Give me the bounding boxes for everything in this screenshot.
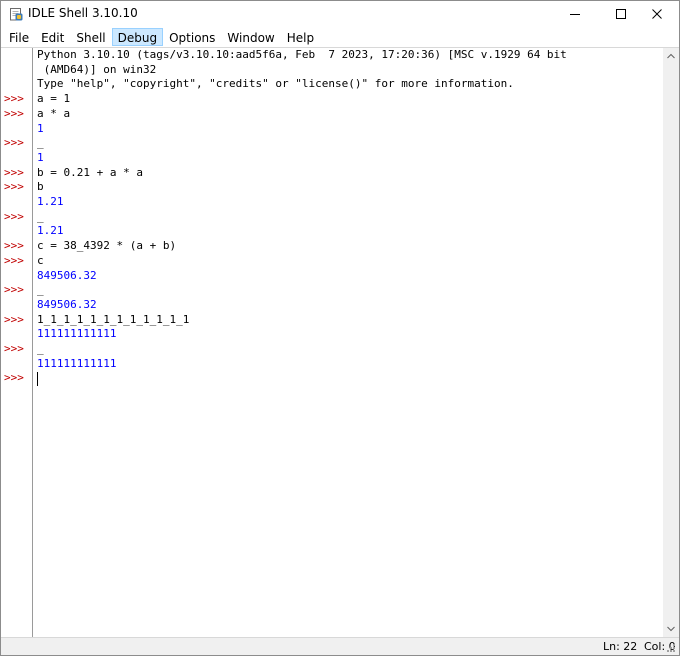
shell-input-line: b	[37, 180, 44, 194]
shell-input-line: 1_1_1_1_1_1_1_1_1_1_1_1	[37, 312, 190, 326]
shell-input-line: c	[37, 253, 44, 267]
idle-app-icon	[10, 8, 23, 21]
scroll-thumb[interactable]	[666, 65, 676, 619]
title-bar[interactable]: IDLE Shell 3.10.10	[1, 1, 679, 27]
shell-prompt: >>>	[4, 136, 24, 150]
shell-input-line: _	[37, 283, 44, 297]
idle-shell-window: IDLE Shell 3.10.10 File Edit Shell Debug…	[0, 0, 680, 656]
shell-input-line: _	[37, 209, 44, 223]
vertical-scrollbar[interactable]	[663, 48, 679, 637]
shell-content: >>> >>> >>> >>> >>> >>> >>> >>> >>> >>> >>> >>> Pyt…	[1, 47, 679, 637]
shell-input-line: b = 0.21 + a * a	[37, 165, 143, 179]
shell-input-line: c = 38_4392 * (a + b)	[37, 239, 177, 253]
shell-output-line: 111111111111	[37, 356, 117, 370]
shell-prompt: >>>	[4, 253, 24, 267]
close-icon	[652, 9, 662, 19]
text-cursor	[37, 371, 38, 386]
menu-file[interactable]: File	[3, 28, 35, 46]
shell-prompt: >>>	[4, 283, 24, 297]
banner-line: (AMD64)] on win32	[37, 62, 157, 76]
shell-output-line: 849506.32	[37, 297, 97, 311]
status-bar: Ln: 22 Col: 0	[1, 637, 679, 655]
shell-prompt: >>>	[4, 239, 24, 253]
shell-prompt: >>>	[4, 165, 24, 179]
shell-prompt: >>>	[4, 209, 24, 223]
shell-prompt: >>>	[4, 92, 24, 106]
minimize-icon	[570, 14, 580, 15]
shell-output-line: 1	[37, 150, 44, 164]
shell-prompt: >>>	[4, 106, 24, 120]
menu-shell[interactable]: Shell	[70, 28, 111, 46]
resize-grip-icon[interactable]	[666, 643, 676, 653]
shell-input-line: a * a	[37, 106, 71, 120]
shell-text-area[interactable]: Python 3.10.10 (tags/v3.10.10:aad5f6a, F…	[34, 48, 663, 637]
minimize-button[interactable]	[552, 1, 598, 27]
status-line-number: Ln: 22	[603, 640, 638, 653]
shell-output-line: 1.21	[37, 224, 64, 238]
window-title: IDLE Shell 3.10.10	[28, 6, 138, 20]
menu-edit[interactable]: Edit	[35, 28, 70, 46]
shell-input-line: a = 1	[37, 92, 71, 106]
prompt-gutter: >>> >>> >>> >>> >>> >>> >>> >>> >>> >>> >>> >>>	[1, 48, 33, 637]
banner-line: Type "help", "copyright", "credits" or "…	[37, 77, 514, 91]
shell-prompt: >>>	[4, 312, 24, 326]
shell-prompt: >>>	[4, 180, 24, 194]
close-button[interactable]	[634, 1, 680, 27]
scroll-up-button[interactable]	[663, 48, 679, 64]
shell-output-line: 1	[37, 121, 44, 135]
shell-input-line: _	[37, 342, 44, 355]
scroll-down-icon	[667, 626, 675, 632]
menu-options[interactable]: Options	[163, 28, 221, 46]
shell-output-line: 1.21	[37, 195, 64, 208]
shell-prompt: >>>	[4, 371, 24, 385]
shell-input-line: _	[37, 136, 44, 150]
banner-line: Python 3.10.10 (tags/v3.10.10:aad5f6a, F…	[37, 48, 567, 61]
shell-output-line: 111111111111	[37, 327, 117, 341]
maximize-icon	[616, 9, 626, 19]
menu-bar: File Edit Shell Debug Options Window Hel…	[1, 27, 679, 47]
menu-window[interactable]: Window	[221, 28, 280, 46]
shell-output-line: 849506.32	[37, 268, 97, 282]
shell-prompt: >>>	[4, 342, 24, 355]
scroll-down-button[interactable]	[663, 621, 679, 637]
menu-help[interactable]: Help	[281, 28, 320, 46]
scroll-up-icon	[667, 53, 675, 59]
menu-debug[interactable]: Debug	[111, 28, 164, 46]
